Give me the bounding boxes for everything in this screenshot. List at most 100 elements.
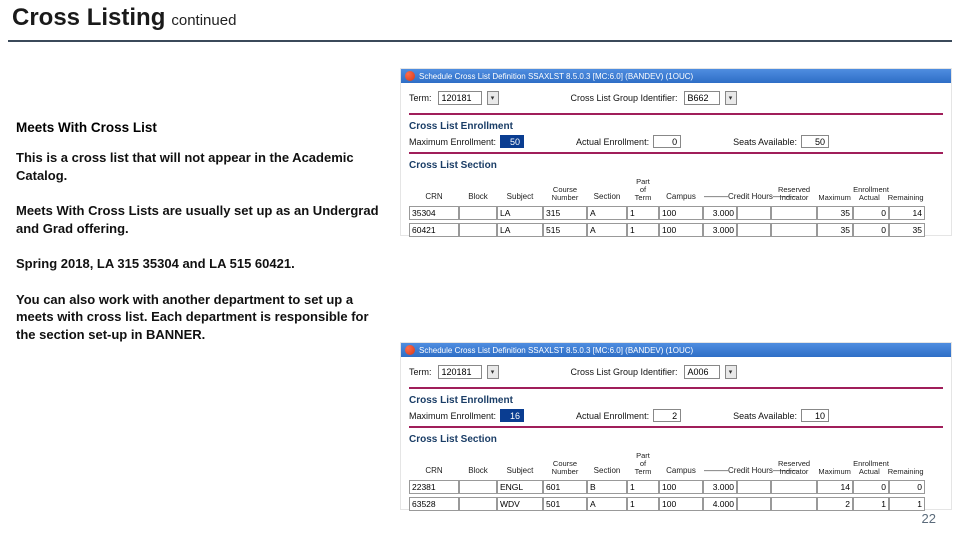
max-label: Maximum Enrollment: bbox=[409, 137, 496, 147]
slide-title-bar: Cross Listing continued bbox=[8, 4, 952, 42]
cell-block[interactable] bbox=[459, 206, 497, 220]
table-row: 35304 LA315A11003.000 35014 bbox=[409, 206, 943, 220]
col-reserved: ReservedIndicator bbox=[771, 185, 817, 203]
cell-campus[interactable]: 100 bbox=[659, 223, 703, 237]
cell-crlo[interactable]: 3.000 bbox=[703, 223, 737, 237]
cell-res[interactable] bbox=[771, 206, 817, 220]
left-text-column: Meets With Cross List This is a cross li… bbox=[16, 120, 386, 361]
cell-crn[interactable]: 22381 bbox=[409, 480, 459, 494]
cell-rem[interactable]: 1 bbox=[889, 497, 925, 511]
cell-act[interactable]: 0 bbox=[853, 223, 889, 237]
cell-campus[interactable]: 100 bbox=[659, 206, 703, 220]
cell-res[interactable] bbox=[771, 480, 817, 494]
window-title: Schedule Cross List Definition SSAXLST 8… bbox=[419, 72, 693, 81]
window-title-bar: Schedule Cross List Definition SSAXLST 8… bbox=[401, 69, 951, 83]
term-label: Term: bbox=[409, 367, 432, 377]
cell-max[interactable]: 35 bbox=[817, 223, 853, 237]
col-subject: Subject bbox=[497, 192, 543, 202]
term-dropdown-icon[interactable]: ▾ bbox=[487, 91, 499, 105]
cell-block[interactable] bbox=[459, 497, 497, 511]
cell-crhi[interactable] bbox=[737, 206, 771, 220]
table-row: 63528WDV501A11004.000211 bbox=[409, 497, 943, 511]
window-title-bar: Schedule Cross List Definition SSAXLST 8… bbox=[401, 343, 951, 357]
section-block-title: Cross List Section bbox=[409, 160, 943, 171]
col-reserved: ReservedIndicator bbox=[771, 459, 817, 477]
page-title: Cross Listing bbox=[12, 4, 165, 32]
oracle-icon bbox=[405, 71, 415, 81]
cell-sec[interactable]: A bbox=[587, 497, 627, 511]
group-dropdown-icon[interactable]: ▾ bbox=[725, 365, 737, 379]
col-credit-hours: ———Credit Hours——— bbox=[703, 192, 771, 202]
max-value[interactable]: 50 bbox=[500, 135, 524, 148]
max-value[interactable]: 16 bbox=[500, 409, 524, 422]
col-subject: Subject bbox=[497, 466, 543, 476]
col-part-of-term: PartofTerm bbox=[627, 451, 659, 477]
cell-num[interactable]: 601 bbox=[543, 480, 587, 494]
cell-pot[interactable]: 1 bbox=[627, 206, 659, 220]
cell-crlo[interactable]: 3.000 bbox=[703, 480, 737, 494]
para-1: This is a cross list that will not appea… bbox=[16, 149, 386, 184]
group-dropdown-icon[interactable]: ▾ bbox=[725, 91, 737, 105]
cell-pot[interactable]: 1 bbox=[627, 223, 659, 237]
cell-sec[interactable]: B bbox=[587, 480, 627, 494]
cell-block[interactable] bbox=[459, 223, 497, 237]
actual-label: Actual Enrollment: bbox=[576, 137, 649, 147]
cell-campus[interactable]: 100 bbox=[659, 480, 703, 494]
cell-max[interactable]: 35 bbox=[817, 206, 853, 220]
cell-crhi[interactable] bbox=[737, 480, 771, 494]
cell-num[interactable]: 315 bbox=[543, 206, 587, 220]
para-4: You can also work with another departmen… bbox=[16, 291, 386, 344]
cell-rem[interactable]: 35 bbox=[889, 223, 925, 237]
cell-subj[interactable]: LA bbox=[497, 206, 543, 220]
cell-max[interactable]: 2 bbox=[817, 497, 853, 511]
cell-max[interactable]: 14 bbox=[817, 480, 853, 494]
cell-rem[interactable]: 14 bbox=[889, 206, 925, 220]
cell-crn[interactable]: 60421 bbox=[409, 223, 459, 237]
cell-crhi[interactable] bbox=[737, 497, 771, 511]
col-part-of-term: PartofTerm bbox=[627, 177, 659, 203]
cell-pot[interactable]: 1 bbox=[627, 497, 659, 511]
section-heading: Meets With Cross List bbox=[16, 120, 386, 135]
actual-value: 0 bbox=[653, 135, 681, 148]
cell-subj[interactable]: ENGL bbox=[497, 480, 543, 494]
cell-crn[interactable]: 35304 bbox=[409, 206, 459, 220]
group-field[interactable]: B662 bbox=[684, 91, 720, 105]
cell-block[interactable] bbox=[459, 480, 497, 494]
term-field[interactable]: 120181 bbox=[438, 365, 482, 379]
cell-campus[interactable]: 100 bbox=[659, 497, 703, 511]
cell-act[interactable]: 0 bbox=[853, 480, 889, 494]
cell-subj[interactable]: LA bbox=[497, 223, 543, 237]
cell-subj[interactable]: WDV bbox=[497, 497, 543, 511]
avail-label: Seats Available: bbox=[733, 137, 797, 147]
para-2: Meets With Cross Lists are usually set u… bbox=[16, 202, 386, 237]
col-enroll: EnrollmentMaximumActualRemaining bbox=[817, 185, 925, 203]
cell-num[interactable]: 501 bbox=[543, 497, 587, 511]
cell-crlo[interactable]: 3.000 bbox=[703, 206, 737, 220]
cell-crn[interactable]: 63528 bbox=[409, 497, 459, 511]
cell-crlo[interactable]: 4.000 bbox=[703, 497, 737, 511]
cell-pot[interactable]: 1 bbox=[627, 480, 659, 494]
cell-num[interactable]: 515 bbox=[543, 223, 587, 237]
divider bbox=[409, 426, 943, 428]
cell-crhi[interactable] bbox=[737, 223, 771, 237]
col-block: Block bbox=[459, 192, 497, 202]
cell-rem[interactable]: 0 bbox=[889, 480, 925, 494]
avail-value: 10 bbox=[801, 409, 829, 422]
cell-res[interactable] bbox=[771, 223, 817, 237]
term-dropdown-icon[interactable]: ▾ bbox=[487, 365, 499, 379]
col-section: Section bbox=[587, 192, 627, 202]
window-title: Schedule Cross List Definition SSAXLST 8… bbox=[419, 346, 693, 355]
enrollment-row: Maximum Enrollment:16 Actual Enrollment:… bbox=[409, 409, 943, 422]
section-grid: CRN Block Subject CourseNumber Section P… bbox=[409, 451, 943, 511]
page-subtitle: continued bbox=[171, 12, 236, 29]
cell-act[interactable]: 1 bbox=[853, 497, 889, 511]
cell-act[interactable]: 0 bbox=[853, 206, 889, 220]
group-field[interactable]: A006 bbox=[684, 365, 720, 379]
cell-res[interactable] bbox=[771, 497, 817, 511]
term-field[interactable]: 120181 bbox=[438, 91, 482, 105]
cell-sec[interactable]: A bbox=[587, 206, 627, 220]
divider bbox=[409, 113, 943, 115]
divider bbox=[409, 152, 943, 154]
cell-sec[interactable]: A bbox=[587, 223, 627, 237]
col-section: Section bbox=[587, 466, 627, 476]
